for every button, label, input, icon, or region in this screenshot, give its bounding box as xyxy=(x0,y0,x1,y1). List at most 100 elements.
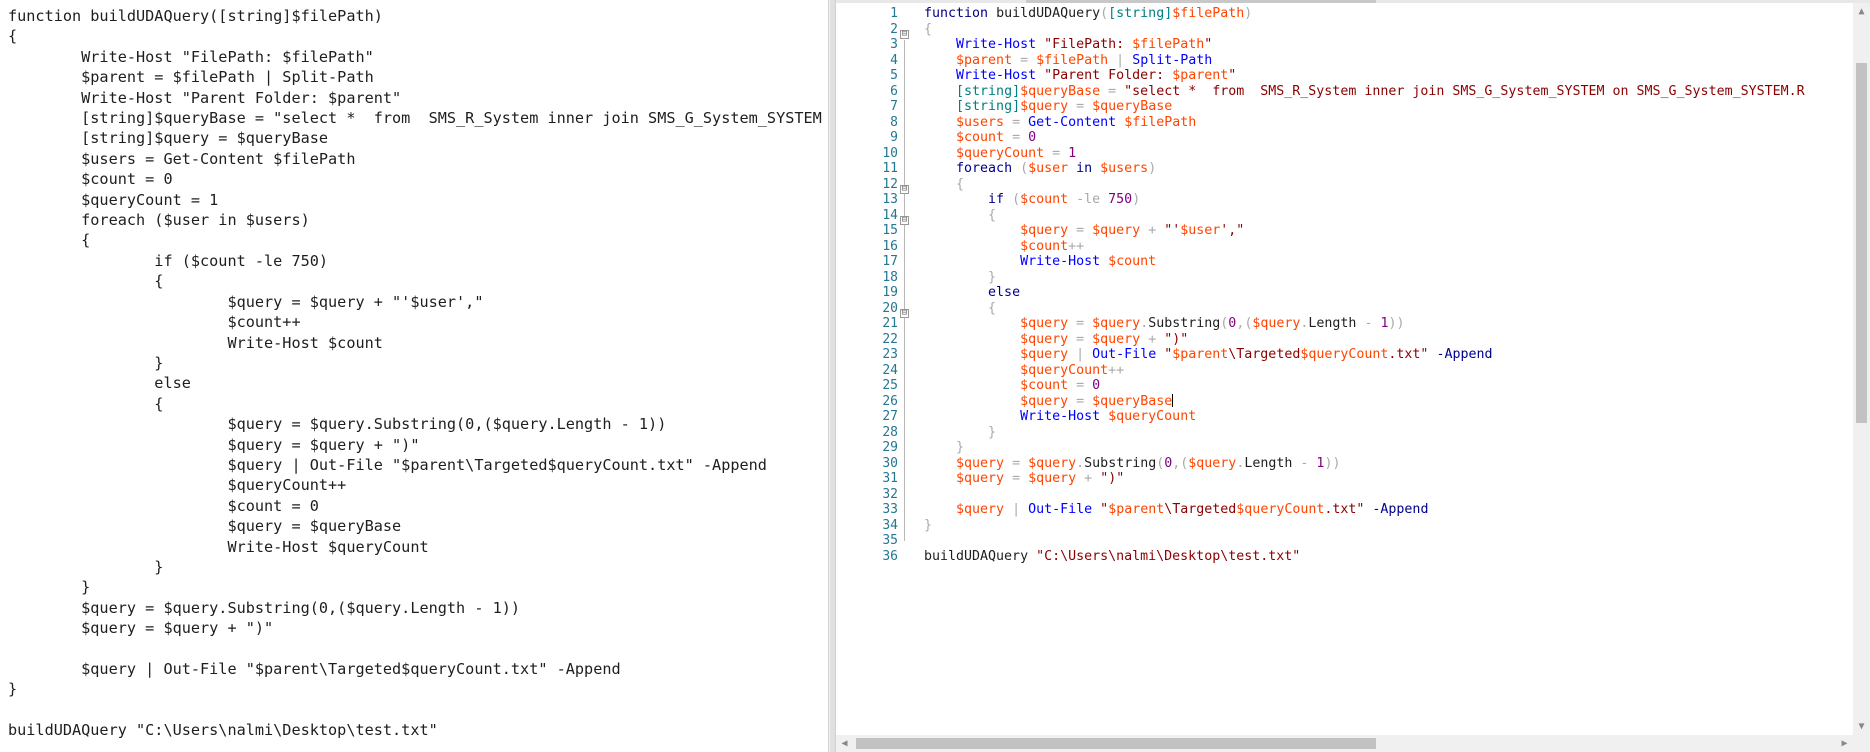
code-line[interactable]: [string]$query = $queryBase xyxy=(924,99,1844,115)
code-line[interactable]: } xyxy=(924,425,1844,441)
horizontal-scrollbar[interactable]: ◀ ▶ xyxy=(836,735,1853,752)
code-line[interactable]: { xyxy=(924,208,1844,224)
left-code-text[interactable]: function buildUDAQuery([string]$filePath… xyxy=(8,6,822,741)
left-pane-scroll-thumb[interactable] xyxy=(830,0,835,752)
code-line[interactable]: foreach ($user in $users) xyxy=(8,210,822,230)
code-line[interactable]: else xyxy=(8,373,822,393)
code-line[interactable]: $query = $query + ")" xyxy=(924,471,1844,487)
editor-tab[interactable] xyxy=(1026,0,1376,3)
line-number: 7 xyxy=(890,99,898,114)
code-line[interactable]: $queryCount++ xyxy=(924,363,1844,379)
code-line[interactable]: } xyxy=(924,440,1844,456)
fold-toggle-icon[interactable]: ⊟ xyxy=(900,309,909,318)
code-line[interactable]: $queryCount++ xyxy=(8,475,822,495)
scroll-left-icon[interactable]: ◀ xyxy=(836,735,853,752)
code-line[interactable]: $queryCount = 1 xyxy=(924,146,1844,162)
code-line[interactable]: { xyxy=(8,394,822,414)
code-line[interactable]: } xyxy=(8,577,822,597)
code-line[interactable]: $query = $query + ")" xyxy=(8,435,822,455)
code-line[interactable]: Write-Host "FilePath: $filePath" xyxy=(924,37,1844,53)
code-line[interactable]: else xyxy=(924,285,1844,301)
code-line[interactable]: { xyxy=(8,230,822,250)
code-line[interactable]: $queryCount = 1 xyxy=(8,190,822,210)
code-line[interactable]: buildUDAQuery "C:\Users\nalmi\Desktop\te… xyxy=(8,720,822,740)
pane-divider[interactable] xyxy=(828,0,836,752)
code-line[interactable]: } xyxy=(8,557,822,577)
code-line[interactable]: $query | Out-File "$parent\Targeted$quer… xyxy=(924,502,1844,518)
code-line[interactable]: $query | Out-File "$parent\Targeted$quer… xyxy=(8,659,822,679)
code-line[interactable]: { xyxy=(924,301,1844,317)
code-line[interactable]: $query = $query + ")" xyxy=(8,618,822,638)
code-line[interactable]: $query = $query.Substring(0,($query.Leng… xyxy=(924,316,1844,332)
code-token: function xyxy=(924,6,997,21)
code-line[interactable]: $count = 0 xyxy=(8,169,822,189)
code-line[interactable]: Write-Host $count xyxy=(8,333,822,353)
code-token: Substring xyxy=(1148,316,1221,331)
horizontal-scroll-thumb[interactable] xyxy=(856,738,1376,749)
scroll-up-icon[interactable]: ▲ xyxy=(1853,3,1870,20)
code-line[interactable]: { xyxy=(924,177,1844,193)
code-line[interactable]: $query = $query.Substring(0,($query.Leng… xyxy=(924,456,1844,472)
left-editor-pane[interactable]: function buildUDAQuery([string]$filePath… xyxy=(0,0,828,752)
scroll-down-icon[interactable]: ▼ xyxy=(1853,718,1870,735)
code-line[interactable]: $query = $query + ")" xyxy=(924,332,1844,348)
code-line[interactable]: { xyxy=(924,22,1844,38)
code-line[interactable]: Write-Host "FilePath: $filePath" xyxy=(8,47,822,67)
right-editor-pane[interactable]: 1 2 3 4 5 6 7 8 9 10 11 12 13 14 15 16 17 18 19 20 21 22 23 24 2… xyxy=(836,0,1870,752)
code-line[interactable]: $query | Out-File "$parent\Targeted$quer… xyxy=(924,347,1844,363)
code-token: Length xyxy=(1308,316,1357,331)
code-line[interactable]: $query | Out-File "$parent\Targeted$quer… xyxy=(8,455,822,475)
code-line[interactable]: } xyxy=(8,679,822,699)
code-line[interactable]: $query = $query.Substring(0,($query.Leng… xyxy=(8,414,822,434)
code-line[interactable]: Write-Host $queryCount xyxy=(8,537,822,557)
code-token: foreach xyxy=(956,161,1021,176)
code-line[interactable]: $users = Get-Content $filePath xyxy=(924,115,1844,131)
code-line[interactable]: [string]$query = $queryBase xyxy=(8,128,822,148)
code-line[interactable]: $count = 0 xyxy=(924,378,1844,394)
code-line[interactable]: } xyxy=(924,518,1844,534)
code-line[interactable]: $users = Get-Content $filePath xyxy=(8,149,822,169)
fold-toggle-icon[interactable]: ⊟ xyxy=(900,30,909,39)
fold-toggle-icon[interactable]: ⊟ xyxy=(900,185,909,194)
code-line[interactable]: Write-Host $count xyxy=(924,254,1844,270)
code-line[interactable] xyxy=(924,533,1844,549)
code-line[interactable]: $query = $queryBase xyxy=(924,394,1844,410)
scroll-right-icon[interactable]: ▶ xyxy=(1836,735,1853,752)
code-line[interactable]: } xyxy=(8,353,822,373)
code-token: $query xyxy=(1020,393,1069,409)
code-line[interactable]: $query = $query.Substring(0,($query.Leng… xyxy=(8,598,822,618)
code-line[interactable]: { xyxy=(8,26,822,46)
code-line[interactable]: foreach ($user in $users) xyxy=(924,161,1844,177)
code-line[interactable]: Write-Host "Parent Folder: $parent" xyxy=(8,88,822,108)
code-line[interactable]: $parent = $filePath | Split-Path xyxy=(8,67,822,87)
code-line[interactable]: $query = $queryBase xyxy=(8,516,822,536)
code-line[interactable] xyxy=(924,487,1844,503)
code-line[interactable]: $count = 0 xyxy=(8,496,822,516)
code-line[interactable]: Write-Host "Parent Folder: $parent" xyxy=(924,68,1844,84)
code-line[interactable]: if ($count -le 750) xyxy=(8,251,822,271)
fold-toggle-icon[interactable]: ⊟ xyxy=(900,216,909,225)
line-number: 14 xyxy=(882,207,898,223)
code-line[interactable]: [string]$queryBase = "select * from SMS_… xyxy=(8,108,822,128)
code-token: Out-File xyxy=(1092,347,1165,362)
code-line[interactable]: function buildUDAQuery([string]$filePath… xyxy=(924,6,1844,22)
code-line[interactable]: { xyxy=(8,271,822,291)
code-line[interactable]: $count = 0 xyxy=(924,130,1844,146)
right-code-text[interactable]: function buildUDAQuery([string]$filePath… xyxy=(924,6,1844,564)
code-line[interactable]: $count++ xyxy=(924,239,1844,255)
code-line[interactable]: } xyxy=(924,270,1844,286)
code-line[interactable]: function buildUDAQuery([string]$filePath… xyxy=(8,6,822,26)
code-line[interactable]: $query = $query + "'$user'," xyxy=(924,223,1844,239)
code-line[interactable] xyxy=(8,639,822,659)
code-line[interactable]: $parent = $filePath | Split-Path xyxy=(924,53,1844,69)
code-token: $users xyxy=(956,114,1005,130)
code-line[interactable]: [string]$queryBase = "select * from SMS_… xyxy=(924,84,1844,100)
code-line[interactable] xyxy=(8,700,822,720)
vertical-scrollbar[interactable]: ▲ ▼ xyxy=(1853,3,1870,735)
vertical-scroll-thumb[interactable] xyxy=(1856,63,1867,423)
code-line[interactable]: $query = $query + "'$user'," xyxy=(8,292,822,312)
code-line[interactable]: $count++ xyxy=(8,312,822,332)
code-line[interactable]: Write-Host $queryCount xyxy=(924,409,1844,425)
code-line[interactable]: buildUDAQuery "C:\Users\nalmi\Desktop\te… xyxy=(924,549,1844,565)
code-line[interactable]: if ($count -le 750) xyxy=(924,192,1844,208)
